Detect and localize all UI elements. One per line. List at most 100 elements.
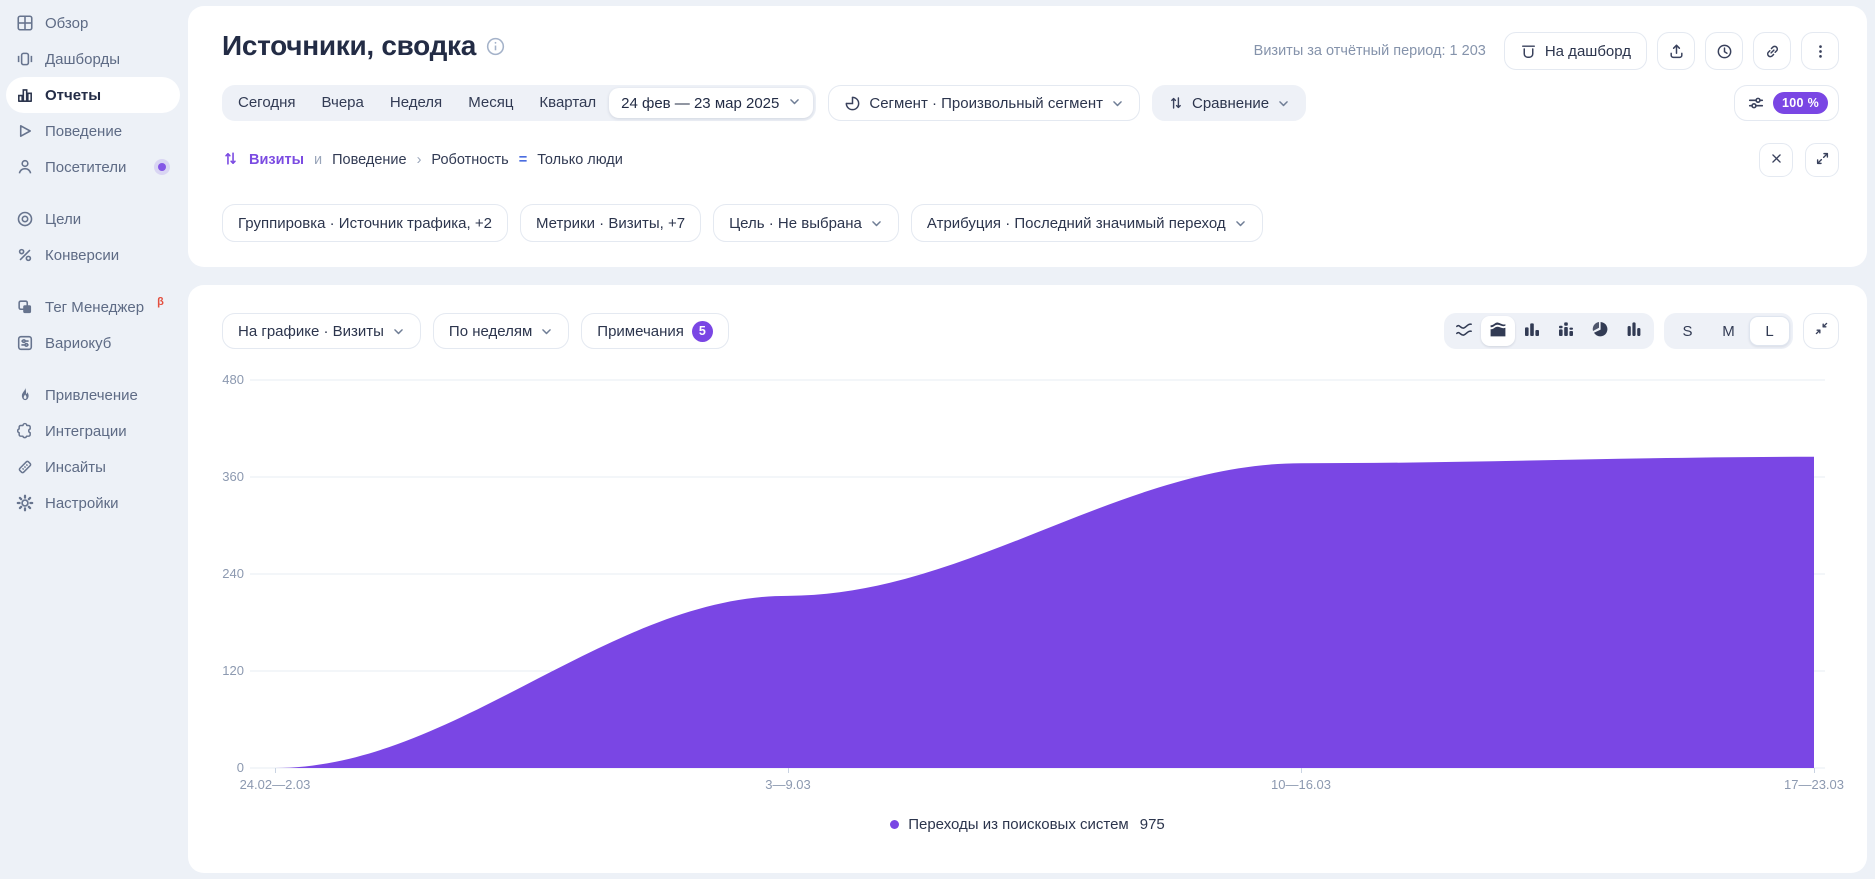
sidebar-item-attraction[interactable]: Привлечение (6, 377, 180, 413)
attribution-chip[interactable]: Атрибуция · Последний значимый переход (911, 204, 1263, 242)
sidebar-item-label: Посетители (45, 159, 126, 176)
comparison-selector[interactable]: Сравнение (1152, 85, 1306, 121)
sidebar-item-label: Цели (45, 211, 81, 228)
visits-period-summary: Визиты за отчётный период: 1 203 (1254, 43, 1486, 59)
kebab-menu-icon (1812, 43, 1829, 60)
main-content: Источники, сводка Визиты за отчётный пер… (188, 0, 1875, 879)
flame-icon (16, 386, 34, 404)
y-axis-label: 480 (200, 371, 244, 389)
tab-quarter[interactable]: Квартал (526, 88, 609, 118)
sidebar-item-label: Поведение (45, 123, 122, 140)
sidebar-item-goals[interactable]: Цели (6, 201, 180, 237)
title-row: Источники, сводка (222, 30, 505, 62)
dashboards-icon (16, 50, 34, 68)
grouping-chip[interactable]: Группировка · Источник трафика, +2 (222, 204, 508, 242)
sidebar: Обзор Дашборды Отчеты Поведение Посетите… (0, 0, 188, 879)
y-axis-label: 360 (200, 468, 244, 486)
chevron-down-icon (870, 217, 883, 230)
sidebar-item-overview[interactable]: Обзор (6, 5, 180, 41)
sidebar-item-behavior[interactable]: Поведение (6, 113, 180, 149)
clear-filter-button[interactable] (1759, 143, 1793, 177)
page-title: Источники, сводка (222, 30, 476, 62)
visits-area-chart[interactable] (250, 378, 1825, 772)
x-axis-label: 3—9.03 (718, 777, 858, 792)
sidebar-item-variocube[interactable]: Вариокуб (6, 325, 180, 361)
chart-card: На графике · Визиты По неделям Примечани… (188, 285, 1867, 873)
tab-today[interactable]: Сегодня (225, 88, 309, 118)
sidebar-item-integrations[interactable]: Интеграции (6, 413, 180, 449)
tab-week[interactable]: Неделя (377, 88, 455, 118)
chevron-down-icon (1277, 97, 1290, 110)
date-range-selector[interactable]: 24 фев — 23 мар 2025 (609, 88, 813, 118)
export-button[interactable] (1657, 32, 1695, 70)
filter-robotness: Роботность (431, 152, 508, 168)
variocube-icon (16, 334, 34, 352)
legend-series-total: 975 (1140, 816, 1165, 833)
y-axis-label: 120 (200, 662, 244, 680)
sidebar-item-label: Привлечение (45, 387, 138, 404)
chevron-down-icon (788, 95, 801, 112)
date-range-value: 24 фев — 23 мар 2025 (621, 95, 779, 112)
filter-operator: = (519, 152, 527, 168)
more-menu-button[interactable] (1801, 32, 1839, 70)
filter-visits[interactable]: Визиты (249, 152, 304, 168)
filter-conjunction: и (314, 152, 322, 168)
comparison-label: Сравнение (1192, 95, 1269, 112)
sidebar-item-label: Обзор (45, 15, 88, 32)
header-actions: Визиты за отчётный период: 1 203 На дашб… (1254, 32, 1839, 70)
expand-icon (1815, 151, 1830, 170)
sidebar-item-label: Настройки (45, 495, 119, 512)
history-button[interactable] (1705, 32, 1743, 70)
segment-selector[interactable]: Сегмент · Произвольный сегмент (828, 85, 1140, 121)
chevron-down-icon (1234, 217, 1247, 230)
grid-icon (16, 14, 34, 32)
grouping-chip-label: Группировка · Источник трафика, +2 (238, 215, 492, 232)
sidebar-item-reports[interactable]: Отчеты (6, 77, 180, 113)
segment-label: Сегмент · Произвольный сегмент (869, 95, 1103, 112)
to-dashboard-label: На дашборд (1545, 43, 1631, 60)
visitors-notification-dot (154, 159, 170, 175)
sampling-selector[interactable]: 100 % (1734, 85, 1839, 121)
gear-icon (16, 494, 34, 512)
sidebar-item-tag-manager[interactable]: Тег Менеджер β (6, 289, 180, 325)
segment-pie-icon (844, 95, 861, 112)
filter-separator: › (417, 152, 422, 168)
bar-report-icon (16, 86, 34, 104)
legend-series-name: Переходы из поисковых систем (908, 816, 1129, 833)
target-icon (16, 210, 34, 228)
sidebar-item-label: Конверсии (45, 247, 119, 264)
tag-manager-icon (16, 298, 34, 316)
to-dashboard-button[interactable]: На дашборд (1504, 32, 1647, 70)
tab-month[interactable]: Месяц (455, 88, 526, 118)
filter-value: Только люди (537, 152, 623, 168)
metrics-chip[interactable]: Метрики · Визиты, +7 (520, 204, 701, 242)
sidebar-item-label: Дашборды (45, 51, 120, 68)
yandex-metrica-app: Обзор Дашборды Отчеты Поведение Посетите… (0, 0, 1875, 879)
legend-item-search-engines[interactable]: Переходы из поисковых систем 975 (188, 816, 1867, 833)
sidebar-item-visitors[interactable]: Посетители (6, 149, 180, 185)
sliders-icon (1747, 94, 1765, 112)
filter-behavior: Поведение (332, 152, 406, 168)
info-icon[interactable] (486, 37, 505, 56)
sidebar-item-label: Отчеты (45, 87, 101, 104)
tab-yesterday[interactable]: Вчера (309, 88, 377, 118)
sidebar-item-conversions[interactable]: Конверсии (6, 237, 180, 273)
sidebar-item-dashboards[interactable]: Дашборды (6, 41, 180, 77)
sidebar-item-insights[interactable]: Инсайты (6, 449, 180, 485)
goal-chip-label: Цель · Не выбрана (729, 215, 862, 232)
puzzle-icon (16, 422, 34, 440)
filter-row-actions (1759, 143, 1839, 177)
metrics-chip-label: Метрики · Визиты, +7 (536, 215, 685, 232)
copy-link-button[interactable] (1753, 32, 1791, 70)
y-axis-label: 240 (200, 565, 244, 583)
goal-chip[interactable]: Цель · Не выбрана (713, 204, 899, 242)
sidebar-item-settings[interactable]: Настройки (6, 485, 180, 521)
metric-swap-icon (222, 150, 239, 171)
close-icon (1769, 151, 1784, 170)
person-icon (16, 158, 34, 176)
filter-expression-row: Визиты и Поведение › Роботность = Только… (222, 142, 1839, 178)
sidebar-item-label: Интеграции (45, 423, 127, 440)
x-axis-label: 24.02—2.03 (205, 777, 345, 792)
expand-filter-button[interactable] (1805, 143, 1839, 177)
clock-icon (1716, 43, 1733, 60)
